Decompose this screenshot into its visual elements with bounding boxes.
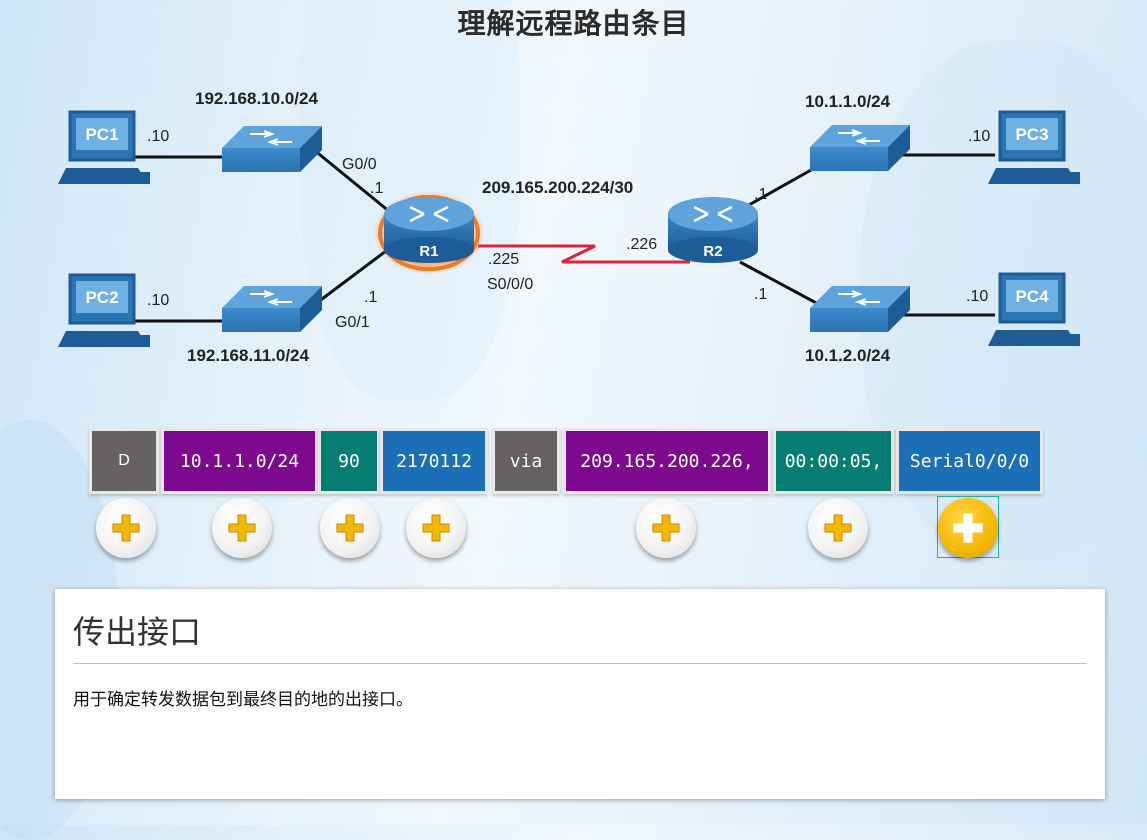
network-label: 192.168.10.0/24 <box>195 89 318 108</box>
timestamp-hotspot-button[interactable] <box>808 498 868 558</box>
interface-address: .1 <box>370 180 384 197</box>
interface-address: .10 <box>147 292 170 309</box>
pc1-icon: PC1 <box>58 110 150 184</box>
route-administrative-distance: 90 <box>318 428 380 494</box>
network-label: 192.168.11.0/24 <box>187 346 309 365</box>
pc-label: PC4 <box>1015 287 1049 306</box>
pc4-icon: PC4 <box>988 272 1080 346</box>
interface-name: S0/0/0 <box>487 276 534 293</box>
info-panel: 传出接口 用于确定转发数据包到最终目的地的出接口。 <box>55 589 1105 799</box>
divider <box>73 663 1087 664</box>
info-panel-description: 用于确定转发数据包到最终目的地的出接口。 <box>73 690 413 710</box>
plus-icon <box>112 514 140 542</box>
info-panel-title: 传出接口 <box>73 613 202 651</box>
pc-label: PC2 <box>85 288 118 307</box>
switch-icon <box>222 126 322 172</box>
interface-hotspot-button[interactable] <box>938 498 998 558</box>
route-source-code: D <box>89 428 159 494</box>
interface-address: .10 <box>968 128 991 145</box>
router-r1-icon: R1 <box>373 191 485 275</box>
interface-address: .1 <box>754 286 768 303</box>
source-hotspot-button[interactable] <box>96 498 156 558</box>
interface-address: .10 <box>147 128 170 145</box>
route-destination-network: 10.1.1.0/24 <box>161 428 318 494</box>
pc-label: PC1 <box>85 125 118 144</box>
network-label: 209.165.200.224/30 <box>482 178 634 197</box>
interface-address: .1 <box>754 186 768 203</box>
interface-address: .226 <box>626 236 658 253</box>
switch-icon <box>810 125 910 171</box>
route-metric: 2170112 <box>380 428 488 494</box>
network-label: 10.1.2.0/24 <box>805 346 891 365</box>
metric-hotspot-button[interactable] <box>406 498 466 558</box>
network-topology: R1 R2 PC1 PC2 PC3 PC4 <box>58 110 1080 347</box>
plus-icon <box>336 514 364 542</box>
plus-icon <box>824 514 852 542</box>
pc3-icon: PC3 <box>988 110 1080 184</box>
plus-icon <box>228 514 256 542</box>
interface-name: G0/1 <box>335 314 370 331</box>
switch-icon <box>222 286 322 332</box>
interface-name: G0/0 <box>342 156 377 173</box>
pc2-icon: PC2 <box>58 273 150 347</box>
route-outgoing-interface: Serial0/0/0 <box>896 428 1043 494</box>
switch-icon <box>810 286 910 332</box>
interface-address: .1 <box>364 289 378 306</box>
next-hop-hotspot-button[interactable] <box>636 498 696 558</box>
pc-label: PC3 <box>1015 125 1048 144</box>
ad-hotspot-button[interactable] <box>320 498 380 558</box>
plus-icon <box>422 514 450 542</box>
plus-icon <box>652 514 680 542</box>
router-label-r2: R2 <box>703 243 722 260</box>
router-label-r1: R1 <box>419 243 438 260</box>
route-next-hop: 209.165.200.226, <box>563 428 771 494</box>
interface-address: .225 <box>488 251 520 268</box>
network-label: 10.1.1.0/24 <box>805 92 891 111</box>
route-via: via <box>492 428 560 494</box>
interface-address: .10 <box>966 288 989 305</box>
route-timestamp: 00:00:05, <box>773 428 894 494</box>
router-r2-icon: R2 <box>668 197 758 263</box>
network-hotspot-button[interactable] <box>212 498 272 558</box>
plus-icon <box>953 513 983 543</box>
